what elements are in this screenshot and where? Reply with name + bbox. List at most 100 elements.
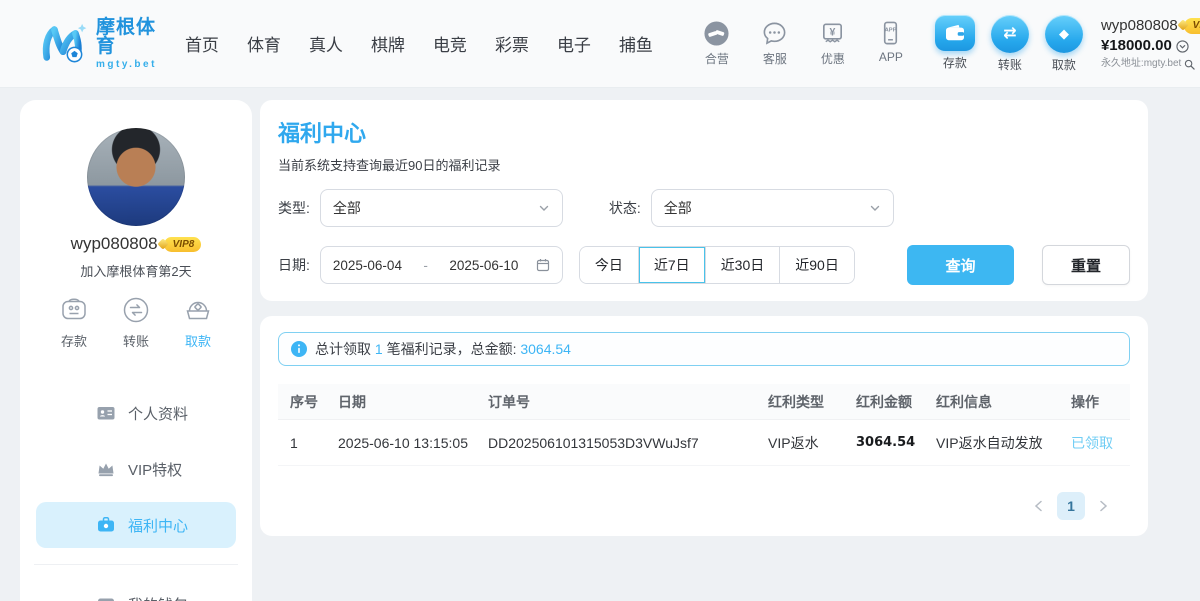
range-30days-button[interactable]: 近30日 (705, 247, 780, 283)
calendar-icon (536, 258, 550, 272)
site-logo[interactable]: 摩根体育 mgty.bet (38, 18, 157, 70)
sidebar-item-label: 个人资料 (128, 403, 188, 424)
quick-link-promo[interactable]: ¥ 优惠 (811, 20, 855, 67)
col-info: 红利信息 (924, 392, 1059, 412)
filter-row-type-status: 类型: 全部 状态: 全部 (278, 189, 1130, 227)
sidebar-vip-badge: VIP8 (164, 237, 202, 252)
sidebar-withdraw-button[interactable]: 取款 (182, 294, 214, 350)
nav-item-lottery[interactable]: 彩票 (495, 31, 529, 56)
sidebar-action-label: 取款 (185, 331, 211, 350)
header-wallet-actions: 存款 ⇄ 转账 ◆ 取款 (935, 15, 1083, 73)
header-user-info: wyp080808 VIP8 ¥18000.00 永久地址:mgty.bet (1101, 17, 1200, 71)
sidebar-item-profile[interactable]: 个人资料 (36, 390, 236, 436)
col-date: 日期 (326, 392, 476, 412)
sidebar-action-label: 转账 (123, 331, 149, 350)
sidebar-item-welfare-center[interactable]: 福利中心 (36, 502, 236, 548)
table-row: 1 2025-06-10 13:15:05 DD202506101315053D… (278, 420, 1130, 466)
balance-amount: ¥18000.00 (1101, 37, 1172, 56)
quick-link-app[interactable]: APP APP (869, 20, 913, 67)
nav-item-fishing[interactable]: 捕鱼 (619, 31, 653, 56)
cell-type: VIP返水 (756, 433, 844, 453)
range-today-button[interactable]: 今日 (580, 247, 638, 283)
search-button[interactable]: 查询 (907, 245, 1014, 285)
page-subtitle: 当前系统支持查询最近90日的福利记录 (278, 155, 1130, 174)
filter-card: 福利中心 当前系统支持查询最近90日的福利记录 类型: 全部 状态: 全部 (260, 100, 1148, 301)
nav-item-chess[interactable]: 棋牌 (371, 31, 405, 56)
reset-button[interactable]: 重置 (1042, 245, 1130, 285)
nav-item-esports[interactable]: 电竞 (433, 31, 467, 56)
logo-domain: mgty.bet (96, 60, 157, 70)
id-card-icon (96, 403, 116, 423)
crown-icon (96, 459, 116, 479)
transfer-button[interactable]: ⇄ 转账 (991, 15, 1029, 73)
header-quick-links: 合营 客服 ¥ 优惠 (695, 20, 913, 67)
quick-link-support[interactable]: 客服 (753, 20, 797, 67)
sidebar-deposit-button[interactable]: 存款 (58, 294, 90, 350)
type-label: 类型: (278, 198, 310, 218)
range-90days-button[interactable]: 近90日 (779, 247, 854, 283)
sidebar-joined-text: 加入摩根体育第2天 (20, 261, 252, 280)
wallet-action-label: 取款 (1052, 56, 1076, 73)
cell-order: DD202506101315053D3VWuJsf7 (476, 435, 756, 451)
records-table: 序号 日期 订单号 红利类型 红利金额 红利信息 操作 1 2025-06-10… (278, 384, 1130, 466)
sidebar-username: wyp080808 (71, 234, 158, 254)
svg-text:¥: ¥ (830, 26, 836, 38)
nav-item-slots[interactable]: 电子 (557, 31, 591, 56)
date-start: 2025-06-04 (333, 258, 402, 273)
cell-date: 2025-06-10 13:15:05 (326, 435, 476, 451)
top-header: 摩根体育 mgty.bet 首页 体育 真人 棋牌 电竞 彩票 电子 捕鱼 合营 (0, 0, 1200, 88)
summary-count: 1 (375, 341, 383, 357)
deposit-button[interactable]: 存款 (935, 15, 975, 73)
page-number[interactable]: 1 (1057, 492, 1085, 520)
quick-link-partner[interactable]: 合营 (695, 20, 739, 67)
summary-bar: 总计领取 1 笔福利记录，总金额: 3064.54 (278, 332, 1130, 366)
col-no: 序号 (278, 392, 326, 412)
quick-link-label: 客服 (763, 50, 787, 67)
nav-item-live[interactable]: 真人 (309, 31, 343, 56)
quick-link-label: 优惠 (821, 50, 845, 67)
prev-page-icon[interactable] (1034, 500, 1043, 512)
sidebar-transfer-button[interactable]: 转账 (120, 294, 152, 350)
support-chat-icon (761, 20, 788, 47)
date-label: 日期: (278, 255, 310, 275)
type-select[interactable]: 全部 (320, 189, 563, 227)
chevron-down-icon (538, 202, 550, 214)
status-select-value: 全部 (664, 198, 692, 218)
main-content: 福利中心 当前系统支持查询最近90日的福利记录 类型: 全部 状态: 全部 (260, 100, 1148, 601)
nav-item-home[interactable]: 首页 (185, 31, 219, 56)
transfer-outline-icon (120, 294, 152, 326)
sidebar-item-vip[interactable]: VIP特权 (36, 446, 236, 492)
svg-text:APP: APP (885, 28, 897, 34)
permanent-address: 永久地址:mgty.bet (1101, 58, 1181, 71)
withdraw-button[interactable]: ◆ 取款 (1045, 15, 1083, 73)
sidebar-item-label: 福利中心 (128, 515, 188, 536)
pagination: 1 (278, 492, 1130, 520)
nav-item-sports[interactable]: 体育 (247, 31, 281, 56)
quick-link-label: 合营 (705, 50, 729, 67)
main-nav: 首页 体育 真人 棋牌 电竞 彩票 电子 捕鱼 (185, 31, 653, 56)
balance-toggle-icon[interactable] (1176, 40, 1189, 53)
status-select[interactable]: 全部 (651, 189, 894, 227)
sidebar-item-label: 我的钱包 (128, 594, 188, 601)
sidebar-avatar[interactable] (87, 128, 185, 226)
username: wyp080808 (1101, 17, 1178, 36)
quick-range-group: 今日 近7日 近30日 近90日 (579, 246, 855, 284)
next-page-icon[interactable] (1099, 500, 1108, 512)
range-7days-button[interactable]: 近7日 (638, 247, 705, 283)
transfer-arrows-icon: ⇄ (991, 15, 1029, 53)
sidebar-quick-actions: 存款 转账 取款 (20, 294, 252, 350)
date-range-picker[interactable]: 2025-06-04 - 2025-06-10 (320, 246, 563, 284)
claimed-status-link[interactable]: 已领取 (1059, 433, 1130, 453)
app-phone-icon: APP (877, 20, 904, 47)
cell-no: 1 (278, 435, 326, 451)
page-title: 福利中心 (278, 116, 1130, 148)
vip-badge: VIP8 (1184, 18, 1200, 35)
partner-handshake-icon (703, 20, 730, 47)
table-header-row: 序号 日期 订单号 红利类型 红利金额 红利信息 操作 (278, 384, 1130, 420)
sidebar-item-wallet[interactable]: 我的钱包 (36, 581, 236, 601)
sidebar-menu: 个人资料 VIP特权 (20, 390, 252, 601)
wallet-action-label: 转账 (998, 56, 1022, 73)
address-search-icon[interactable] (1184, 59, 1195, 70)
sidebar-action-label: 存款 (61, 331, 87, 350)
withdraw-diamond-icon: ◆ (1045, 15, 1083, 53)
